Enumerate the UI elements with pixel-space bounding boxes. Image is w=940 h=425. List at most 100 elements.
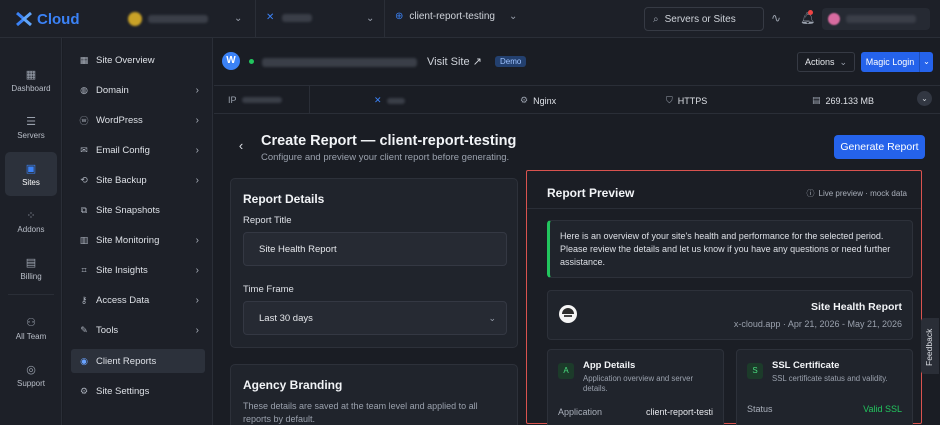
sidebar-item-tools[interactable]: ✎ Tools ›	[71, 318, 205, 342]
reports-icon: ◉	[80, 355, 88, 366]
magic-login-chevron-down-icon[interactable]: ⌄	[919, 52, 933, 72]
server-info[interactable]: ✕	[374, 95, 405, 106]
app-details-card: A App Details Application overview and s…	[547, 349, 724, 425]
site-switcher[interactable]: ⊕ client-report-testing ⌄	[395, 11, 517, 22]
live-preview-badge: ⓘ Live preview · mock data	[807, 188, 907, 199]
sidebar-item-domain[interactable]: ◍ Domain ›	[71, 78, 205, 102]
sidebar-item-label: Site Backup	[96, 174, 147, 186]
sidebar-item-access-data[interactable]: ⚷ Access Data ›	[71, 288, 205, 312]
sidebar-item-label: Site Settings	[96, 385, 150, 397]
actions-label: Actions	[804, 57, 835, 67]
rail-item-servers[interactable]: ☰ Servers	[5, 105, 57, 149]
user-menu[interactable]	[822, 8, 930, 30]
generate-report-button[interactable]: Generate Report	[834, 135, 925, 159]
rail-label: Billing	[20, 271, 42, 281]
overview-icon: ▦	[79, 54, 89, 65]
site-online-status-dot	[249, 59, 254, 64]
settings-icon: ⚙	[79, 385, 89, 396]
user-avatar	[828, 13, 840, 25]
collapse-info-chevron-icon[interactable]: ⌄	[917, 91, 932, 106]
brand-logo[interactable]: Cloud	[14, 9, 80, 29]
chevron-right-icon: ›	[195, 324, 199, 336]
report-title-input[interactable]: Site Health Report	[243, 232, 507, 266]
sidebar-item-label: Site Monitoring	[96, 234, 160, 246]
ip-value-blurred	[241, 97, 282, 103]
ssl-certificate-icon: S	[747, 363, 763, 379]
activity-icon[interactable]: ∿	[771, 11, 781, 25]
backup-icon: ⟲	[80, 174, 88, 185]
report-details-card: Report Details Report Title Site Health …	[230, 178, 518, 348]
feedback-label: Feedback	[924, 328, 934, 366]
agency-branding-note: These details are saved at the team leve…	[243, 401, 478, 424]
chevron-down-icon: ⌄	[839, 56, 848, 67]
rail-label: Sites	[22, 177, 40, 187]
sidebar-item-site-settings[interactable]: ⚙ Site Settings	[71, 379, 205, 403]
wordpress-icon: ⓦ	[79, 115, 89, 126]
support-icon: ◎	[26, 363, 36, 376]
chevron-down-icon: ⌄	[488, 312, 496, 323]
team-switcher[interactable]	[128, 8, 248, 30]
sidebar-item-site-snapshots[interactable]: ⧉ Site Snapshots	[71, 198, 205, 222]
demo-badge: Demo	[495, 56, 527, 67]
ssl-certificate-title: SSL Certificate	[772, 360, 840, 371]
application-value: client-report-testi	[645, 407, 713, 417]
server-logo-icon: ✕	[374, 95, 382, 105]
rail-label: Dashboard	[11, 83, 51, 93]
time-frame-select[interactable]: Last 30 days ⌄	[243, 301, 507, 335]
sidebar-item-label: Domain	[96, 84, 129, 96]
live-preview-label: Live preview · mock data	[818, 189, 907, 198]
preview-report-title: Site Health Report	[810, 301, 902, 313]
user-name-blurred	[846, 15, 916, 23]
storage-info: ▤ 269.133 MB	[812, 95, 874, 106]
sidebar-item-site-insights[interactable]: ⌗ Site Insights ›	[71, 258, 205, 282]
rail-item-support[interactable]: ◎ Support	[5, 353, 57, 397]
chevron-right-icon: ›	[195, 174, 199, 186]
app-details-subtitle: Application overview and server details.	[583, 374, 694, 393]
app-details-title: App Details	[583, 360, 636, 371]
rail-item-addons[interactable]: ⁘ Addons	[5, 199, 57, 243]
preview-report-header: Site Health Report x-cloud.app · Apr 21,…	[547, 290, 913, 340]
sidebar-item-email-config[interactable]: ✉ Email Config ›	[71, 138, 205, 162]
divider	[309, 86, 310, 114]
rail-item-all-team[interactable]: ⚇ All Team	[5, 306, 57, 350]
storage-icon: ▤	[812, 95, 821, 105]
back-arrow-icon[interactable]: ‹	[232, 137, 250, 155]
mail-icon: ✉	[80, 144, 88, 155]
team-chevron-down-icon[interactable]: ⌄	[234, 13, 242, 24]
magic-login-button[interactable]: Magic Login ⌄	[861, 52, 933, 72]
server-icon: ✕	[266, 12, 275, 23]
ip-info: IP	[228, 95, 282, 105]
sidebar-item-site-monitoring[interactable]: ▥ Site Monitoring ›	[71, 228, 205, 252]
page-subtitle: Configure and preview your client report…	[261, 152, 510, 163]
sidebar-item-label: Site Insights	[96, 264, 148, 276]
sidebar-item-site-backup[interactable]: ⟲ Site Backup ›	[71, 168, 205, 192]
report-preview-panel: Report Preview ⓘ Live preview · mock dat…	[526, 170, 922, 425]
preview-intro-message: Here is an overview of your site's healt…	[547, 220, 913, 278]
team-avatar	[128, 12, 142, 26]
sidebar-item-client-reports[interactable]: ◉ Client Reports	[71, 349, 205, 373]
billing-icon: ▤	[25, 256, 37, 269]
wordpress-logo-icon: W	[222, 52, 240, 70]
rail-item-sites[interactable]: ▣ Sites	[5, 152, 57, 196]
server-switcher[interactable]: ✕	[266, 12, 313, 23]
visit-site-link[interactable]: Visit Site ↗	[427, 55, 482, 68]
brand-name: Cloud	[37, 10, 80, 28]
sidebar-item-label: WordPress	[96, 114, 143, 126]
feedback-tab[interactable]: Feedback	[921, 318, 939, 374]
search-input[interactable]: ⌕ Servers or Sites	[644, 7, 764, 31]
team-icon: ⚇	[26, 316, 36, 329]
report-preview-title: Report Preview	[547, 186, 635, 200]
application-key: Application	[558, 407, 603, 417]
rail-item-billing[interactable]: ▤ Billing	[5, 246, 57, 290]
site-sidebar: ▦ Site Overview ◍ Domain › ⓦ WordPress ›…	[63, 38, 213, 425]
globe-icon: ◍	[80, 84, 88, 95]
agency-branding-heading: Agency Branding	[243, 378, 343, 392]
sidebar-item-site-overview[interactable]: ▦ Site Overview	[71, 48, 205, 72]
sidebar-item-wordpress[interactable]: ⓦ WordPress ›	[71, 108, 205, 132]
primary-rail: ▦ Dashboard ☰ Servers ▣ Sites ⁘ Addons ▤…	[0, 38, 62, 425]
search-placeholder: Servers or Sites	[664, 13, 736, 25]
rail-item-dashboard[interactable]: ▦ Dashboard	[5, 58, 57, 102]
server-chevron-down-icon[interactable]: ⌄	[366, 13, 374, 24]
addons-icon: ⁘	[26, 209, 36, 222]
actions-dropdown[interactable]: Actions ⌄	[797, 52, 855, 72]
